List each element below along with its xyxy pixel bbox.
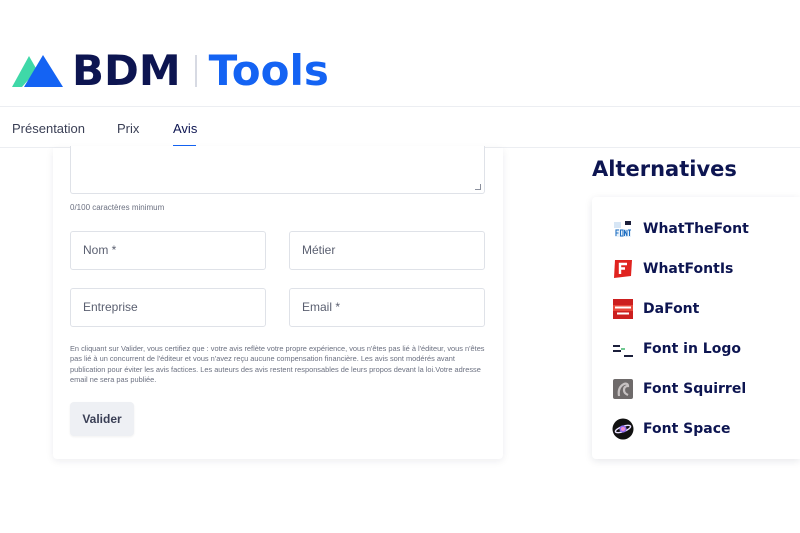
email-field[interactable]: Email * [289,288,485,327]
alternative-label: WhatTheFont [643,221,749,237]
alternative-label: Font in Logo [643,341,741,357]
whatthefont-icon [612,218,634,240]
alternative-item-fontspace[interactable]: Font Space [612,417,731,441]
resize-handle-icon[interactable] [475,184,481,190]
fontspace-icon [612,418,634,440]
submit-button[interactable]: Valider [70,402,134,436]
brand-name-left: BDM [72,46,181,95]
alternatives-title: Alternatives [592,157,737,181]
whatfontis-icon [612,258,634,280]
fontsquirrel-icon [612,378,634,400]
review-textarea[interactable] [70,146,485,194]
review-form-card: 0/100 caractères minimum Nom * Métier En… [53,146,503,459]
tab-presentation[interactable]: Présentation [12,121,85,136]
alternative-label: WhatFontIs [643,261,734,277]
char-count: 0/100 caractères minimum [70,203,165,212]
alternative-label: Font Squirrel [643,381,747,397]
fontinlogo-icon [612,338,634,360]
alternative-item-fontinlogo[interactable]: Font in Logo [612,337,741,361]
brand-name-right: Tools [208,46,329,95]
name-field[interactable]: Nom * [70,231,266,270]
brand-logo[interactable]: BDM Tools [12,48,329,94]
alternative-label: Font Space [643,421,731,437]
job-field[interactable]: Métier [289,231,485,270]
tab-avis[interactable]: Avis [173,121,197,136]
tab-bar: Présentation Prix Avis [0,106,800,148]
alternatives-list: WhatTheFont WhatFontIs DaFont Font in Lo… [592,197,800,459]
alternative-label: DaFont [643,301,700,317]
alternative-item-whatthefont[interactable]: WhatTheFont [612,217,749,241]
disclaimer-text: En cliquant sur Valider, vous certifiez … [70,344,485,385]
triangle-logo-icon [12,55,63,87]
dafont-icon [612,298,634,320]
alternative-item-dafont[interactable]: DaFont [612,297,699,321]
brand-separator [194,55,197,87]
company-field[interactable]: Entreprise [70,288,266,327]
alternative-item-whatfontis[interactable]: WhatFontIs [612,257,733,281]
alternative-item-fontsquirrel[interactable]: Font Squirrel [612,377,746,401]
tab-prix[interactable]: Prix [117,121,139,136]
